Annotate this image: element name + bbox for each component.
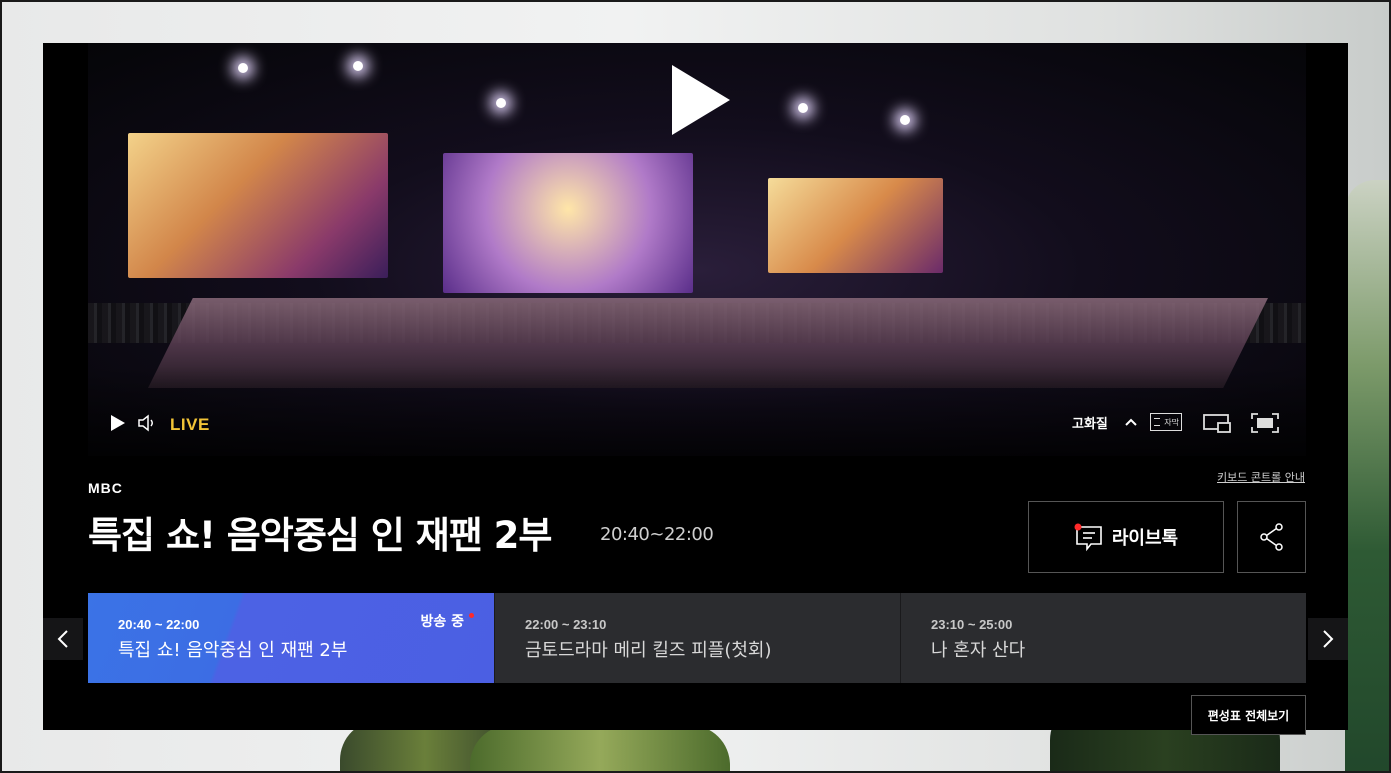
schedule-item[interactable]: 22:00 ~ 23:10 금토드라마 메리 킬즈 피플(첫회) (494, 593, 900, 683)
speaker-icon (138, 414, 153, 432)
share-icon (1259, 523, 1283, 551)
big-play-icon[interactable] (668, 63, 732, 137)
full-schedule-button[interactable]: 편성표 전체보기 (1191, 695, 1306, 735)
schedule-item-current[interactable]: 20:40 ~ 22:00 특집 쇼! 음악중심 인 재팬 2부 방송 중 (88, 593, 494, 683)
quality-label[interactable]: 고화질 (1072, 413, 1108, 432)
schedule-title: 금토드라마 메리 킬즈 피플(첫회) (525, 640, 772, 661)
live-player-panel: LIVE 고화질 자막 MBC 키보드 콘트롤 안내 특집 쇼! 음악중심 인 … (43, 43, 1348, 735)
channel-logo: MBC (88, 480, 123, 496)
stage-light (900, 115, 910, 125)
schedule-next-button[interactable] (1308, 618, 1348, 660)
player-controls: LIVE 고화질 자막 (88, 403, 1306, 445)
subtitle-icon (1154, 418, 1160, 426)
schedule-title: 특집 쇼! 음악중심 인 재팬 2부 (118, 640, 348, 661)
schedule-title: 나 혼자 산다 (931, 640, 1026, 661)
video-player[interactable]: LIVE 고화질 자막 (88, 43, 1306, 456)
subtitle-button[interactable]: 자막 (1150, 413, 1182, 431)
stage-light (798, 103, 808, 113)
play-button[interactable] (108, 413, 128, 433)
chevron-left-icon (57, 630, 68, 648)
schedule-strip: 20:40 ~ 22:00 특집 쇼! 음악중심 인 재팬 2부 방송 중 22… (88, 593, 1306, 683)
pip-button[interactable] (1200, 411, 1234, 435)
onair-dot-icon (469, 613, 474, 618)
stage-screen-left (128, 133, 388, 278)
schedule-time: 23:10 ~ 25:00 (931, 617, 1013, 632)
keyboard-guide-link[interactable]: 키보드 콘트롤 안내 (1217, 469, 1305, 485)
stage-screen-right (768, 178, 943, 273)
backdrop-bottle (470, 725, 730, 773)
livetalk-label: 라이브톡 (1111, 528, 1179, 549)
backdrop-bottle (1345, 180, 1391, 773)
stage-light (496, 98, 506, 108)
schedule-item[interactable]: 23:10 ~ 25:00 나 혼자 산다 (900, 593, 1306, 683)
livetalk-button[interactable]: 라이브톡 (1028, 501, 1224, 573)
volume-button[interactable] (136, 413, 158, 433)
onair-badge: 방송 중 (420, 614, 464, 630)
chevron-right-icon (1323, 630, 1334, 648)
chevron-up-icon (1125, 418, 1137, 426)
play-icon (111, 415, 125, 431)
schedule-prev-button[interactable] (43, 618, 83, 660)
stage-screen-center (443, 153, 693, 293)
live-badge: LIVE (170, 415, 210, 434)
fullscreen-button[interactable] (1248, 411, 1282, 435)
program-time: 20:40~22:00 (600, 524, 714, 545)
quality-toggle[interactable] (1122, 413, 1140, 431)
chat-icon (1074, 523, 1102, 552)
schedule-time: 20:40 ~ 22:00 (118, 617, 200, 632)
stage-light (353, 61, 363, 71)
fullscreen-icon (1251, 413, 1279, 433)
subtitle-label: 자막 (1164, 417, 1179, 427)
share-button[interactable] (1237, 501, 1306, 573)
stage-light (238, 63, 248, 73)
picture-in-picture-icon (1203, 414, 1231, 433)
program-title: 특집 쇼! 음악중심 인 재팬 2부 (88, 514, 552, 557)
schedule-time: 22:00 ~ 23:10 (525, 617, 607, 632)
